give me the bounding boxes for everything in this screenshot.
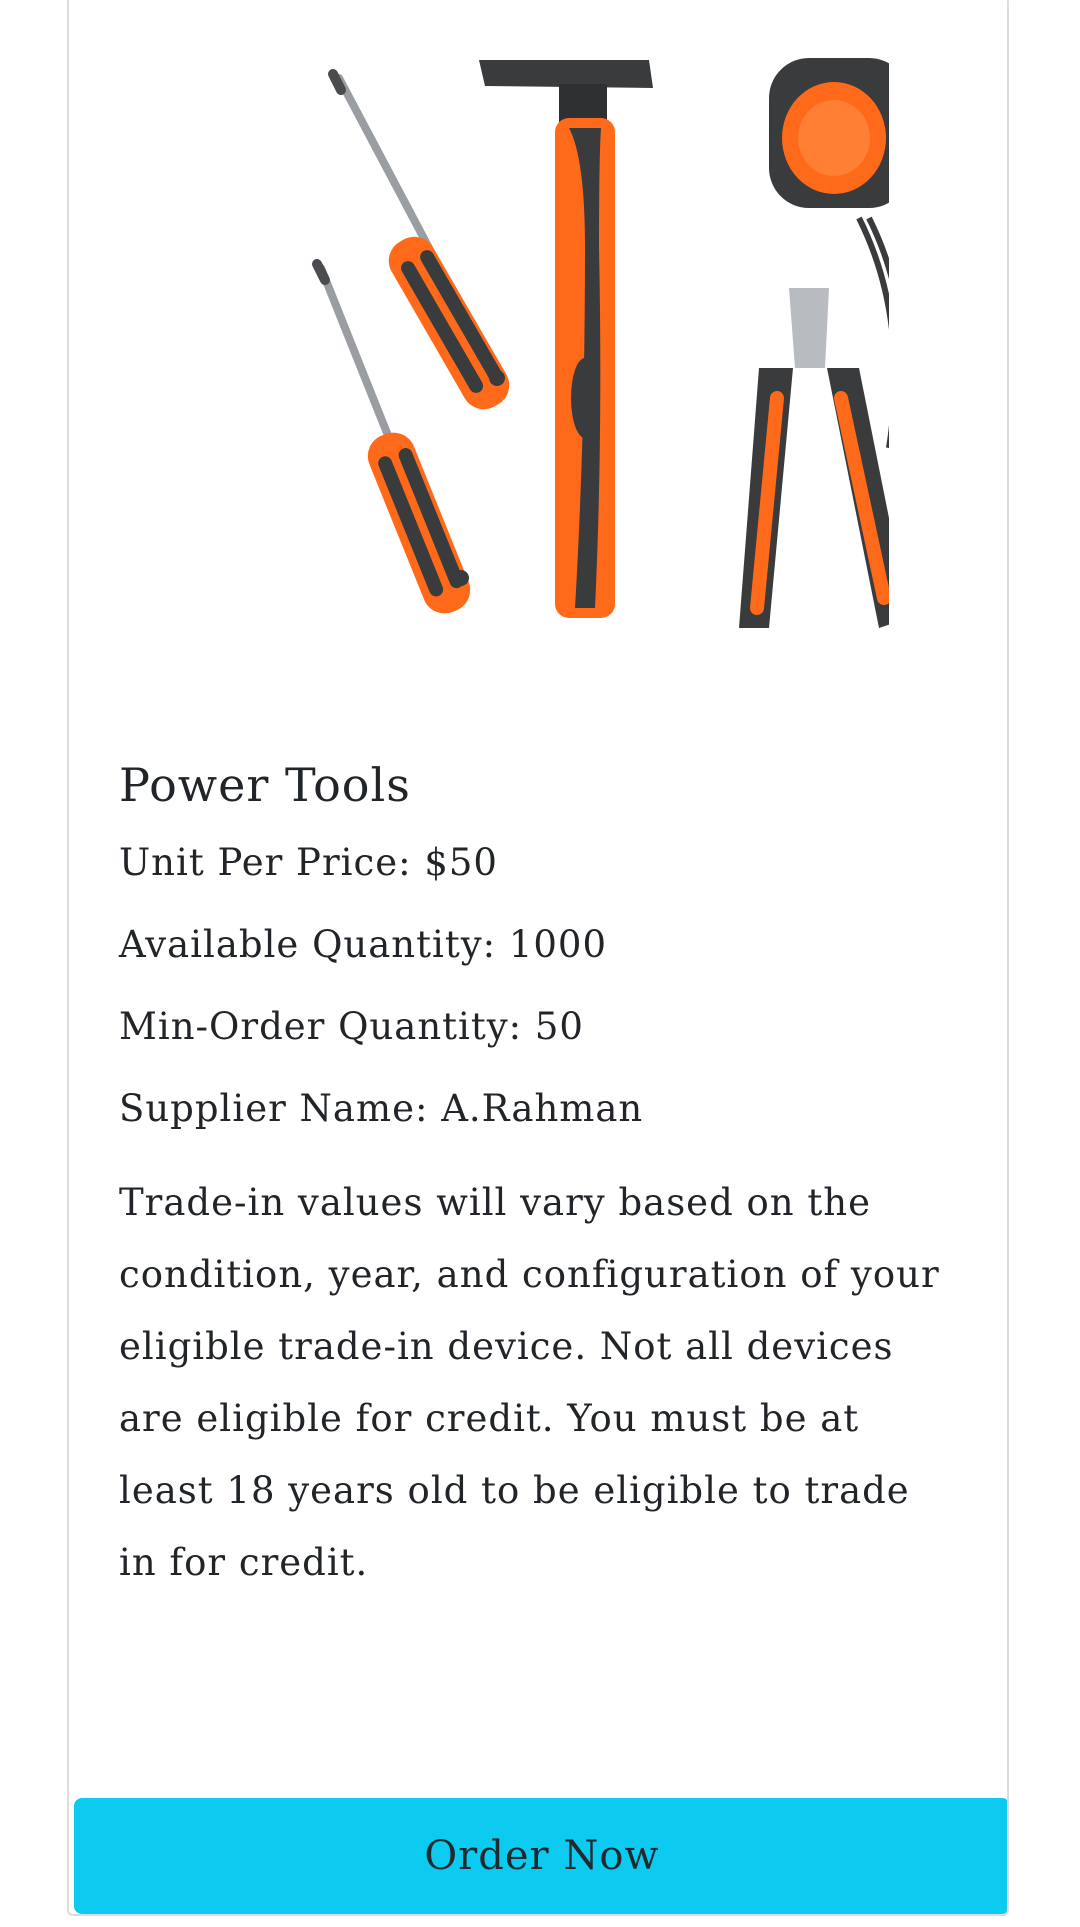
product-image <box>312 58 889 628</box>
supplier-name: Supplier Name: A.Rahman <box>119 1087 644 1131</box>
product-description: Trade-in values will vary based on the c… <box>119 1181 940 1585</box>
min-order-quantity: Min-Order Quantity: 50 <box>119 1005 584 1049</box>
pliers-icon <box>739 288 889 628</box>
order-now-button[interactable]: Order Now <box>74 1798 1007 1914</box>
product-card: Power Tools Unit Per Price: $50 Availabl… <box>67 0 1009 1916</box>
product-details: Power Tools Unit Per Price: $50 Availabl… <box>119 758 959 1599</box>
unit-price: Unit Per Price: $50 <box>119 841 498 885</box>
product-title: Power Tools <box>119 758 411 812</box>
hammer-icon <box>479 60 653 618</box>
available-quantity: Available Quantity: 1000 <box>119 923 607 967</box>
